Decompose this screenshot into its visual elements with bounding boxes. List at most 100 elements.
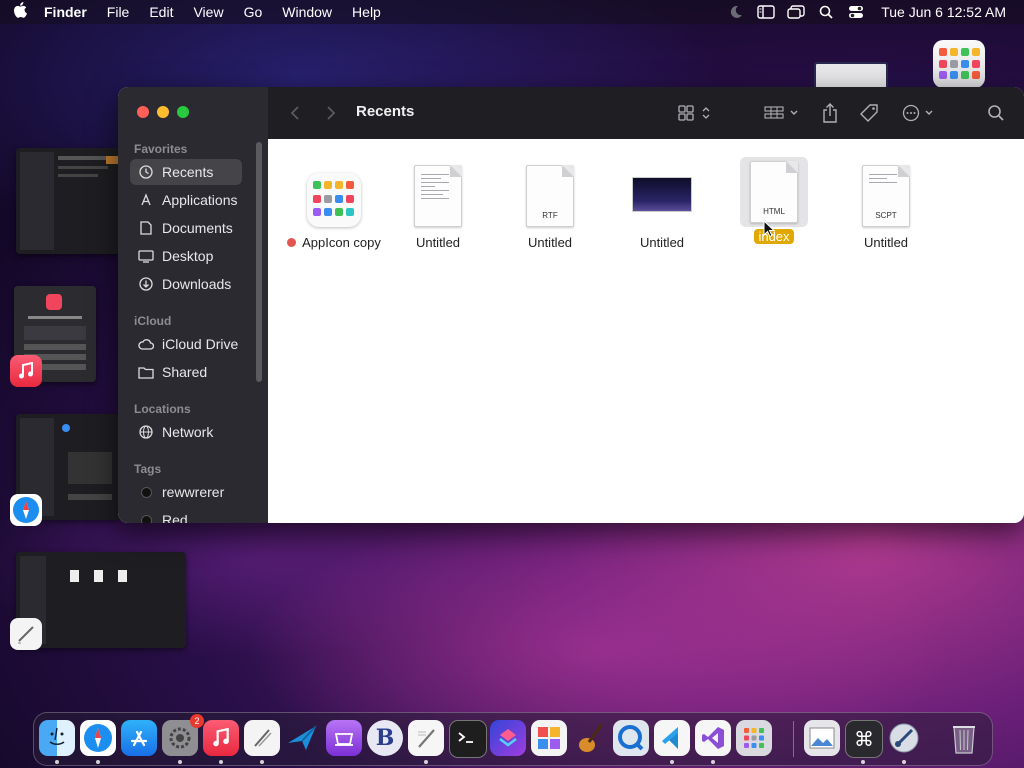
menu-window[interactable]: Window xyxy=(272,4,342,20)
menu-clock[interactable]: Tue Jun 6 12:52 AM xyxy=(871,4,1024,20)
menu-go[interactable]: Go xyxy=(234,4,273,20)
mouse-cursor-icon xyxy=(763,219,776,243)
search-icon[interactable] xyxy=(984,101,1008,125)
minimize-button[interactable] xyxy=(157,106,169,118)
moon-icon[interactable] xyxy=(725,0,747,24)
back-button[interactable] xyxy=(284,101,306,125)
sidebar-scrollbar[interactable] xyxy=(256,142,262,382)
document-icon xyxy=(138,220,154,236)
dock-quicktime-icon[interactable] xyxy=(613,720,649,756)
menu-view[interactable]: View xyxy=(183,4,233,20)
sidebar-item-tag-rewwrerer[interactable]: rewwrerer xyxy=(130,479,242,505)
app-icon-thumbnail xyxy=(276,161,392,227)
file-name: Untitled xyxy=(415,235,461,250)
menu-edit[interactable]: Edit xyxy=(139,4,183,20)
menu-help[interactable]: Help xyxy=(342,4,391,20)
sidebar-section-favorites: Favorites xyxy=(134,142,188,156)
sidebar-item-shared[interactable]: Shared xyxy=(130,359,242,385)
dock-trash-icon[interactable] xyxy=(946,720,982,756)
sidebar-section-tags: Tags xyxy=(134,462,162,476)
dock-garageband-icon[interactable] xyxy=(572,720,608,756)
dock-visual-studio-icon[interactable] xyxy=(695,720,731,756)
download-icon xyxy=(138,276,154,292)
sidebar-item-label: rewwrerer xyxy=(162,484,225,500)
dock-running-indicator xyxy=(178,760,182,764)
shared-folder-icon xyxy=(138,364,154,380)
textedit-app-icon[interactable] xyxy=(10,618,42,650)
dock-photo-booth-icon[interactable] xyxy=(531,720,567,756)
screen-mirroring-icon[interactable] xyxy=(785,0,807,24)
sidebar-item-label: Downloads xyxy=(162,276,232,292)
safari-app-icon[interactable] xyxy=(10,494,42,526)
close-button[interactable] xyxy=(137,106,149,118)
search-icon[interactable] xyxy=(815,0,837,24)
apple-menu-icon[interactable] xyxy=(0,1,40,23)
sidebar-item-label: Network xyxy=(162,424,214,440)
tag-icon[interactable] xyxy=(858,101,880,125)
finder-sidebar: Favorites Recents Applications Documents… xyxy=(118,87,269,523)
sidebar-item-recents[interactable]: Recents xyxy=(130,159,242,185)
dock-vscode-icon[interactable] xyxy=(654,720,690,756)
dock-shortcuts-icon[interactable] xyxy=(490,720,526,756)
sidebar-item-desktop[interactable]: Desktop xyxy=(130,243,242,269)
dock-instruments-icon[interactable] xyxy=(886,720,922,756)
more-actions-button[interactable] xyxy=(900,101,940,125)
control-center-icon[interactable] xyxy=(845,0,867,24)
sidebar-item-downloads[interactable]: Downloads xyxy=(130,271,242,297)
sidebar-item-documents[interactable]: Documents xyxy=(130,215,242,241)
script-document-icon: SCPT xyxy=(836,161,936,227)
group-button[interactable] xyxy=(762,101,802,125)
forward-button[interactable] xyxy=(320,101,342,125)
view-icons-button[interactable] xyxy=(676,101,714,125)
globe-icon xyxy=(138,424,154,440)
file-item-untitled-text[interactable]: Untitled xyxy=(388,161,488,252)
file-name: Untitled xyxy=(527,235,573,250)
dock-music-icon[interactable] xyxy=(203,720,239,756)
dock-bbedit-icon[interactable]: B xyxy=(367,720,403,756)
dock-podcast-studio-icon[interactable] xyxy=(326,720,362,756)
dock-separator xyxy=(793,721,794,757)
desktop-file-icon[interactable] xyxy=(814,62,888,90)
file-item-untitled-scpt[interactable]: SCPT Untitled xyxy=(836,161,936,252)
sidebar-item-label: Recents xyxy=(162,164,214,180)
dock-keyboard-viewer-icon[interactable]: ⌘ xyxy=(845,720,883,758)
file-item-untitled-rtf[interactable]: RTF Untitled xyxy=(500,161,600,252)
file-extension: SCPT xyxy=(875,211,897,220)
menu-bar: Finder File Edit View Go Window Help Tue… xyxy=(0,0,1024,24)
sidebar-item-label: iCloud Drive xyxy=(162,336,239,352)
zoom-button[interactable] xyxy=(177,106,189,118)
applications-icon xyxy=(138,192,154,208)
dock-migrate-icon[interactable] xyxy=(285,720,321,756)
dock-textedit-icon[interactable] xyxy=(408,720,444,756)
share-icon[interactable] xyxy=(820,101,840,125)
finder-window: Favorites Recents Applications Documents… xyxy=(118,87,1024,523)
finder-toolbar: Recents xyxy=(268,87,1024,140)
stage-window-thumb-1[interactable] xyxy=(16,148,120,254)
tag-dot-icon xyxy=(138,484,154,500)
sidebar-item-label: Applications xyxy=(162,192,238,208)
file-item-appicon-copy[interactable]: AppIcon copy xyxy=(276,161,392,252)
dock-app-store-icon[interactable] xyxy=(121,720,157,756)
dock-finder-icon[interactable] xyxy=(39,720,75,756)
dock-preview-icon[interactable] xyxy=(804,720,840,756)
sidebar-section-icloud: iCloud xyxy=(134,314,172,328)
sidebar-item-network[interactable]: Network xyxy=(130,419,242,445)
dock-running-indicator xyxy=(55,760,59,764)
file-item-untitled-image[interactable]: Untitled xyxy=(612,161,712,252)
dock-safari-icon[interactable] xyxy=(80,720,116,756)
music-app-icon[interactable] xyxy=(10,355,42,387)
desktop-launchpad-icon[interactable] xyxy=(933,40,985,88)
sidebar-item-applications[interactable]: Applications xyxy=(130,187,242,213)
sidebar-item-icloud-drive[interactable]: iCloud Drive xyxy=(130,331,242,357)
html-document-icon: HTML xyxy=(724,157,824,227)
menu-app-finder[interactable]: Finder xyxy=(40,4,97,20)
sidebar-item-tag-red[interactable]: Red xyxy=(130,507,242,523)
dock: 2 B ⌘ xyxy=(33,712,993,766)
menu-file[interactable]: File xyxy=(97,4,140,20)
sidebar-icon[interactable] xyxy=(755,0,777,24)
dock-system-settings-icon[interactable]: 2 xyxy=(162,714,204,756)
dock-launchpad-icon[interactable] xyxy=(736,720,772,756)
dock-script-editor-icon[interactable] xyxy=(244,720,280,756)
dock-terminal-icon[interactable] xyxy=(449,720,487,758)
dock-running-indicator xyxy=(861,760,865,764)
